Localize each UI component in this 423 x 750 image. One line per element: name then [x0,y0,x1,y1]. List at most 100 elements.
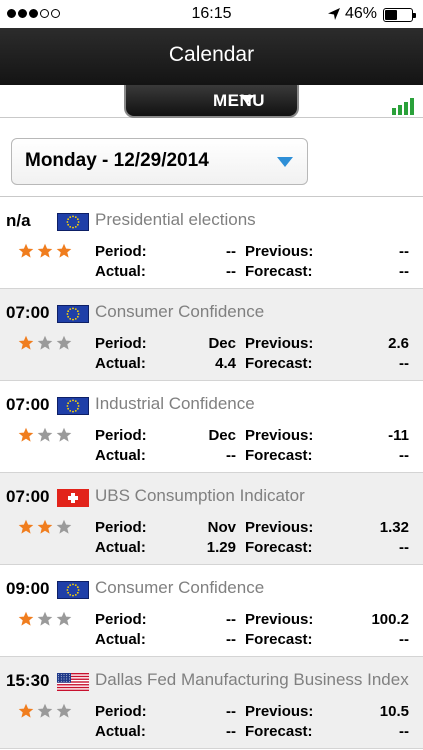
dropdown-arrow-icon [277,157,293,167]
event-name: Consumer Confidence [95,578,265,597]
forecast-value: -- [399,447,409,464]
importance-stars [18,335,72,351]
status-bar: 16:15 46% [0,0,423,28]
period-label: Period: [95,611,147,628]
star-icon [56,243,72,258]
star-icon [37,611,53,626]
event-time: n/a [6,211,31,230]
period-value: Dec [208,335,236,352]
menu-strip: MENU [0,85,423,118]
actual-label: Actual: [95,539,146,556]
forecast-label: Forecast: [245,447,313,464]
previous-label: Previous: [245,243,314,260]
event-name: Consumer Confidence [95,302,265,321]
actual-value: -- [226,723,236,740]
importance-stars [18,519,72,535]
page-title: Calendar [168,43,255,66]
period-value: -- [226,703,236,720]
period-label: Period: [95,335,147,352]
event-row[interactable]: 07:00 Industrial Confidence Period: Dec … [0,381,423,473]
actual-label: Actual: [95,355,146,372]
star-icon [37,519,53,534]
actual-label: Actual: [95,723,146,740]
previous-value: 100.2 [371,611,409,628]
location-arrow-icon [328,8,340,20]
previous-value: 10.5 [379,703,409,720]
period-label: Period: [95,427,147,444]
swiss-flag-icon [57,489,89,507]
eu-flag-icon [57,581,89,599]
period-label: Period: [95,243,147,260]
eu-flag-icon [57,213,89,231]
star-icon [56,611,72,626]
star-icon [56,703,72,718]
previous-label: Previous: [245,427,314,444]
eu-flag-icon [57,397,89,415]
previous-label: Previous: [245,611,314,628]
period-label: Period: [95,703,147,720]
forecast-value: -- [399,539,409,556]
forecast-value: -- [399,631,409,648]
navigation-bar: Calendar [0,28,423,85]
period-label: Period: [95,519,147,536]
period-value: -- [226,611,236,628]
actual-value: 1.29 [206,539,236,556]
forecast-label: Forecast: [245,263,313,280]
importance-stars [18,611,72,627]
event-time: 07:00 [6,395,50,414]
date-selector-value: Monday - 12/29/2014 [25,150,209,171]
importance-stars [18,427,72,443]
actual-value: -- [226,263,236,280]
star-icon [18,611,34,626]
event-row[interactable]: 07:00 Consumer Confidence Period: Dec Ac… [0,289,423,381]
actual-label: Actual: [95,447,146,464]
event-name: UBS Consumption Indicator [95,486,305,505]
us-flag-icon [57,673,89,691]
connection-strength-icon[interactable] [392,98,416,115]
event-time: 07:00 [6,487,50,506]
star-icon [18,335,34,350]
event-time: 09:00 [6,579,50,598]
previous-label: Previous: [245,703,314,720]
forecast-value: -- [399,263,409,280]
star-icon [56,335,72,350]
event-row[interactable]: 15:30 Dallas Fed Manufacturing Business … [0,657,423,749]
battery-percent: 46% [345,5,378,22]
event-time: 15:30 [6,671,50,690]
event-row[interactable]: 09:00 Consumer Confidence Period: -- Act… [0,565,423,657]
star-icon [18,703,34,718]
star-icon [37,335,53,350]
previous-label: Previous: [245,335,314,352]
forecast-label: Forecast: [245,631,313,648]
forecast-value: -- [399,723,409,740]
forecast-value: -- [399,355,409,372]
star-icon [37,243,53,258]
event-row[interactable]: n/a Presidential elections Period: -- Ac… [0,197,423,289]
star-icon [18,427,34,442]
star-icon [37,703,53,718]
star-icon [56,427,72,442]
event-name: Industrial Confidence [95,394,255,413]
forecast-label: Forecast: [245,723,313,740]
event-name: Dallas Fed Manufacturing Business Index [95,670,409,689]
event-row[interactable]: 07:00 UBS Consumption Indicator Period: … [0,473,423,565]
actual-label: Actual: [95,631,146,648]
actual-value: -- [226,447,236,464]
menu-button[interactable]: MENU [124,85,299,118]
star-icon [18,519,34,534]
importance-stars [18,243,72,259]
period-value: Nov [207,519,236,536]
previous-value: -11 [388,427,409,444]
eu-flag-icon [57,305,89,323]
star-icon [56,519,72,534]
previous-value: -- [399,243,409,260]
period-value: -- [226,243,236,260]
previous-value: 1.32 [379,519,409,536]
actual-value: -- [226,631,236,648]
forecast-label: Forecast: [245,539,313,556]
actual-value: 4.4 [215,355,236,372]
star-icon [18,243,34,258]
importance-stars [18,703,72,719]
battery-icon [383,8,416,22]
date-selector[interactable]: Monday - 12/29/2014 [11,138,308,185]
